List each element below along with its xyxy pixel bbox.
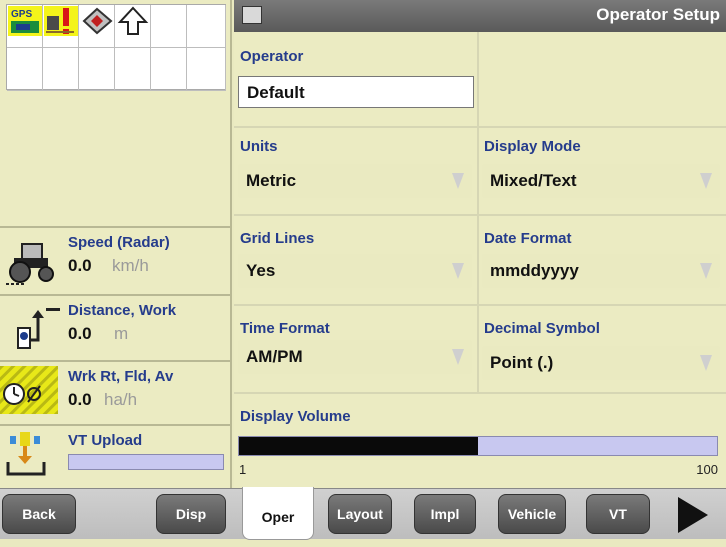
grid-lines-dropdown[interactable]: Yes (238, 254, 472, 288)
left-panel: GPS Speed (Radar) 0.0 km/h Distance, Wor… (0, 0, 232, 488)
row-divider (234, 126, 726, 128)
display-mode-dropdown[interactable]: Mixed/Text (482, 164, 720, 198)
speed-title: Speed (Radar) (68, 234, 170, 251)
decimal-symbol-dropdown[interactable]: Point (.) (482, 346, 720, 380)
time-format-label: Time Format (240, 320, 330, 337)
grid-cell[interactable] (79, 5, 115, 48)
distance-unit: m (114, 324, 129, 343)
grid-cell[interactable] (151, 48, 187, 91)
speed-readout[interactable]: Speed (Radar) 0.0 km/h (0, 226, 230, 294)
vt-upload-progress (68, 454, 224, 470)
operator-input[interactable]: Default (238, 76, 474, 108)
grid-cell[interactable] (43, 5, 79, 48)
grid-lines-value: Yes (246, 261, 276, 280)
grid-cell[interactable]: GPS (7, 5, 43, 48)
dropdown-arrow-icon (700, 173, 712, 189)
row-divider (234, 304, 726, 306)
date-format-label: Date Format (484, 230, 572, 247)
speed-unit: km/h (112, 256, 149, 275)
units-dropdown[interactable]: Metric (238, 164, 472, 198)
title-bar: Operator Setup (234, 0, 726, 32)
tab-vehicle[interactable]: Vehicle (498, 494, 566, 534)
vt-upload-readout[interactable]: VT Upload (0, 424, 230, 488)
distance-title: Distance, Work (68, 302, 177, 319)
volume-min-label: 1 (239, 462, 247, 477)
vt-upload-title: VT Upload (68, 432, 143, 449)
status-icon-grid: GPS (6, 4, 226, 91)
bottom-button-bar: Back Disp Oper Layout Impl Vehicle VT (0, 487, 726, 540)
display-volume-slider[interactable] (238, 436, 718, 456)
time-format-dropdown[interactable]: AM/PM (238, 340, 472, 374)
right-arrow-icon[interactable] (678, 497, 708, 533)
tractor-icon (6, 243, 54, 285)
page-title: Operator Setup (596, 5, 720, 24)
warning-exclamation-icon (44, 6, 78, 36)
tab-oper[interactable]: Oper (242, 487, 314, 540)
grid-cell[interactable] (151, 5, 187, 48)
display-mode-label: Display Mode (484, 138, 581, 155)
distance-icon (17, 308, 60, 349)
operator-setup-panel: Operator Setup Operator Default Units Me… (234, 0, 726, 488)
gps-satellite-icon: GPS (8, 6, 42, 36)
dropdown-arrow-icon (452, 263, 464, 279)
tab-impl[interactable]: Impl (414, 494, 476, 534)
display-volume-label: Display Volume (240, 408, 351, 425)
grid-cell[interactable] (187, 48, 226, 91)
tab-vt[interactable]: VT (586, 494, 650, 534)
work-rate-unit: ha/h (104, 390, 138, 409)
back-button[interactable]: Back (2, 494, 76, 534)
dropdown-arrow-icon (700, 263, 712, 279)
grid-cell[interactable] (43, 48, 79, 91)
display-mode-value: Mixed/Text (490, 171, 577, 190)
dropdown-arrow-icon (452, 349, 464, 365)
grid-cell[interactable] (79, 48, 115, 91)
operator-value: Default (247, 83, 305, 102)
window-icon (242, 6, 262, 24)
date-format-dropdown[interactable]: mmddyyyy (482, 254, 720, 288)
work-rate-icon (0, 366, 58, 414)
distance-readout[interactable]: Distance, Work 0.0 m (0, 294, 230, 360)
work-rate-value: 0.0 (68, 390, 92, 409)
grid-cell[interactable] (187, 5, 226, 48)
vt-upload-icon (6, 432, 46, 476)
grid-lines-label: Grid Lines (240, 230, 315, 247)
grid-cell[interactable] (115, 48, 151, 91)
units-value: Metric (246, 171, 297, 190)
up-arrow-icon (117, 6, 149, 35)
screen: GPS Speed (Radar) 0.0 km/h Distance, Wor… (0, 0, 726, 540)
row-divider (234, 392, 726, 394)
dropdown-arrow-icon (700, 355, 712, 371)
gps-label: GPS (11, 9, 32, 20)
disp-button[interactable]: Disp (156, 494, 226, 534)
units-label: Units (240, 138, 278, 155)
decimal-symbol-label: Decimal Symbol (484, 320, 600, 337)
volume-max-label: 100 (696, 462, 718, 477)
time-format-value: AM/PM (246, 347, 303, 366)
operator-label: Operator (240, 48, 304, 65)
dropdown-arrow-icon (452, 173, 464, 189)
distance-value: 0.0 (68, 324, 92, 343)
implement-icon (82, 7, 113, 35)
row-divider (234, 214, 726, 216)
work-rate-readout[interactable]: Wrk Rt, Fld, Av 0.0 ha/h (0, 360, 230, 424)
decimal-symbol-value: Point (.) (490, 353, 554, 372)
column-divider (477, 32, 479, 394)
work-rate-title: Wrk Rt, Fld, Av (68, 368, 174, 385)
speed-value: 0.0 (68, 256, 92, 275)
grid-cell[interactable] (7, 48, 43, 91)
display-volume-fill (239, 437, 478, 455)
date-format-value: mmddyyyy (490, 261, 579, 280)
tab-layout[interactable]: Layout (328, 494, 392, 534)
grid-cell[interactable] (115, 5, 151, 48)
